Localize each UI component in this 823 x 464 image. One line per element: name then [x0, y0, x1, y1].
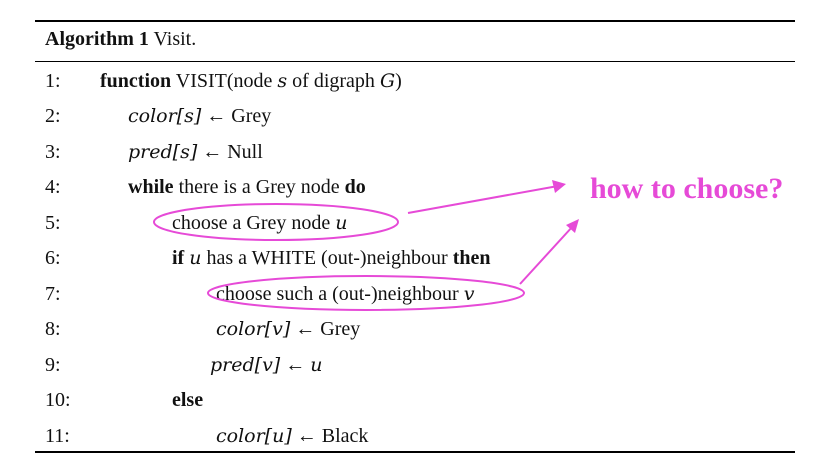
arrow-line5: [407, 185, 559, 214]
annotation-text: how to choose?: [590, 172, 784, 205]
annotation-layer: [153, 180, 579, 311]
arrow-line7: [519, 225, 574, 285]
highlight-ellipse-line5: [153, 203, 399, 241]
highlight-ellipse-line7: [207, 275, 525, 311]
arrow-line5-head: [552, 180, 566, 193]
